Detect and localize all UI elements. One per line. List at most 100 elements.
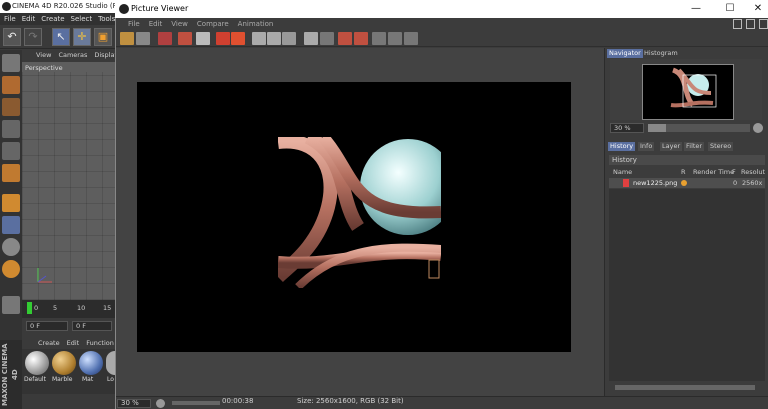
snap-icon[interactable] bbox=[2, 238, 20, 256]
c4d-menu-edit[interactable]: Edit bbox=[22, 13, 36, 25]
open-file-icon[interactable] bbox=[120, 32, 134, 45]
swap-compare-icon[interactable] bbox=[282, 32, 296, 45]
pv-menu-view[interactable]: View bbox=[171, 18, 188, 30]
compare-a-icon[interactable] bbox=[252, 32, 266, 45]
tab-navigator[interactable]: Navigator bbox=[607, 49, 643, 58]
material-default[interactable] bbox=[25, 351, 49, 375]
playback-slider[interactable] bbox=[172, 401, 220, 405]
histogram-icon[interactable] bbox=[404, 32, 418, 45]
layout-full-icon[interactable] bbox=[759, 19, 768, 29]
points-mode-icon[interactable] bbox=[2, 120, 20, 138]
layout-split-icon[interactable] bbox=[746, 19, 755, 29]
c4d-menu-tools[interactable]: Tools bbox=[98, 13, 115, 25]
c4d-menu-select[interactable]: Select bbox=[71, 13, 93, 25]
table-row[interactable]: new1225.png 0 2560x bbox=[609, 178, 765, 188]
texture-mode-icon[interactable] bbox=[2, 76, 20, 94]
history-scrollbar[interactable] bbox=[615, 385, 755, 390]
layout-icon[interactable] bbox=[2, 296, 20, 314]
tab-filter[interactable]: Filter bbox=[684, 142, 705, 151]
viewport-menu-cameras[interactable]: Cameras bbox=[58, 50, 87, 61]
scale-tool-icon[interactable]: ▣ bbox=[94, 28, 112, 46]
timeline-playhead[interactable] bbox=[27, 302, 32, 314]
magnet-icon[interactable] bbox=[2, 260, 20, 278]
layout-toggle-icon[interactable] bbox=[733, 19, 742, 29]
viewport-menu-view[interactable]: View bbox=[36, 50, 51, 61]
material-marble[interactable] bbox=[52, 351, 76, 375]
text-overlay-icon[interactable] bbox=[338, 32, 352, 45]
redo-icon[interactable]: ↷ bbox=[24, 28, 42, 46]
stop-render-icon[interactable] bbox=[216, 32, 230, 45]
timeline-tick-5: 5 bbox=[53, 304, 58, 312]
col-f[interactable]: F bbox=[732, 167, 736, 177]
material-menu-function[interactable]: Function bbox=[86, 338, 114, 348]
c4d-timeline[interactable]: 0 5 10 15 bbox=[22, 300, 115, 318]
material-menu: Create Edit Function bbox=[22, 338, 115, 348]
material-lo[interactable] bbox=[106, 351, 115, 375]
close-button[interactable]: ✕ bbox=[741, 0, 768, 18]
material-menu-create[interactable]: Create bbox=[38, 338, 60, 348]
navigator-reset-icon[interactable] bbox=[753, 123, 763, 133]
picture-viewer-toolbar bbox=[116, 30, 768, 47]
axis-gizmo-icon bbox=[37, 268, 52, 283]
undo-icon[interactable]: ↶ bbox=[3, 28, 21, 46]
image-info-icon[interactable] bbox=[304, 32, 318, 45]
tab-history[interactable]: History bbox=[608, 142, 636, 151]
workplane-icon[interactable] bbox=[2, 98, 20, 116]
tweak-mode-icon[interactable] bbox=[2, 216, 20, 234]
col-r[interactable]: R bbox=[681, 167, 686, 177]
stereo-icon[interactable] bbox=[388, 32, 402, 45]
c4d-logo-icon bbox=[2, 2, 11, 11]
material-menu-edit[interactable]: Edit bbox=[67, 338, 80, 348]
tab-layer[interactable]: Layer bbox=[660, 142, 683, 151]
filter-icon[interactable] bbox=[372, 32, 386, 45]
rendered-image-content bbox=[278, 137, 441, 288]
save-image-icon[interactable] bbox=[136, 32, 150, 45]
min-frame-field[interactable]: 0 F bbox=[72, 321, 112, 331]
move-tool-icon[interactable]: ✛ bbox=[73, 28, 91, 46]
navigator-thumbnail[interactable] bbox=[642, 64, 734, 120]
history-header: History bbox=[609, 155, 765, 165]
row-frame: 0 bbox=[733, 179, 738, 187]
minimize-button[interactable]: — bbox=[679, 0, 713, 18]
tab-info[interactable]: Info bbox=[638, 142, 655, 151]
compare-b-icon[interactable] bbox=[267, 32, 281, 45]
timeline-tick-15: 15 bbox=[103, 304, 112, 312]
navigator-thumbnail-image bbox=[643, 65, 733, 119]
model-mode-icon[interactable] bbox=[2, 54, 20, 72]
layer-icon[interactable] bbox=[354, 32, 368, 45]
material-label: Marble bbox=[52, 376, 73, 383]
col-resolution[interactable]: Resolut bbox=[741, 167, 765, 177]
play-icon[interactable] bbox=[156, 399, 165, 408]
pv-menu-file[interactable]: File bbox=[128, 18, 140, 30]
export-icon[interactable] bbox=[158, 32, 172, 45]
timeline-tick-0: 0 bbox=[34, 304, 39, 312]
timeline-tick-10: 10 bbox=[77, 304, 86, 312]
c4d-menu-create[interactable]: Create bbox=[41, 13, 64, 25]
viewport-menu-display[interactable]: Display bbox=[94, 50, 115, 61]
navigator-zoom-handle[interactable] bbox=[648, 124, 666, 132]
select-cursor-icon[interactable]: ↖ bbox=[52, 28, 70, 46]
pv-menu-edit[interactable]: Edit bbox=[149, 18, 163, 30]
c4d-toolbar: ↶ ↷ ↖ ✛ ▣ bbox=[0, 25, 115, 49]
render-region-icon[interactable] bbox=[178, 32, 192, 45]
axis-mode-icon[interactable] bbox=[2, 194, 20, 212]
viewport-label: Perspective bbox=[25, 64, 63, 72]
material-label: Mat bbox=[82, 376, 94, 383]
pv-menu-compare[interactable]: Compare bbox=[197, 18, 229, 30]
pv-menu-animation[interactable]: Animation bbox=[238, 18, 274, 30]
zoom-field[interactable]: 30 % bbox=[117, 399, 151, 408]
edges-mode-icon[interactable] bbox=[2, 142, 20, 160]
render-queue-icon[interactable] bbox=[231, 32, 245, 45]
navigator-zoom-field[interactable]: 30 % bbox=[610, 123, 644, 133]
c4d-menu-file[interactable]: File bbox=[4, 13, 16, 25]
ab-compare-icon[interactable] bbox=[320, 32, 334, 45]
current-frame-field[interactable]: 0 F bbox=[26, 321, 68, 331]
polygons-mode-icon[interactable] bbox=[2, 164, 20, 182]
col-name[interactable]: Name bbox=[613, 167, 632, 177]
material-mat[interactable] bbox=[79, 351, 103, 375]
tab-histogram[interactable]: Histogram bbox=[642, 49, 680, 58]
col-render-time[interactable]: Render Time bbox=[693, 167, 734, 177]
tab-stereo[interactable]: Stereo bbox=[708, 142, 734, 151]
render-view-icon[interactable] bbox=[196, 32, 210, 45]
history-list[interactable] bbox=[609, 189, 765, 381]
